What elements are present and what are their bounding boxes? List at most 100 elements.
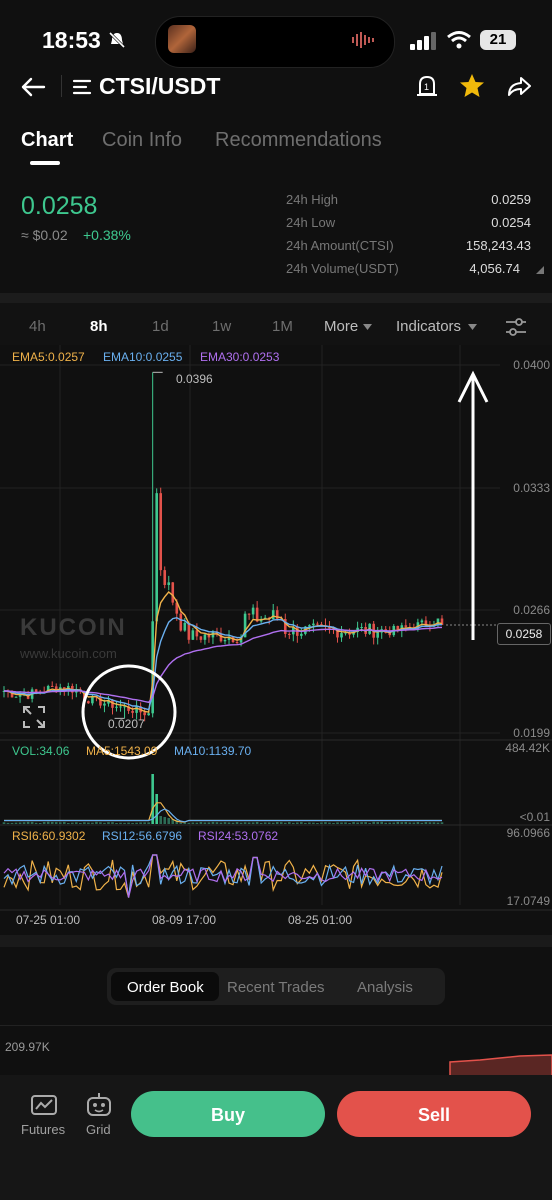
volume-bar xyxy=(6,822,10,824)
chart-settings-icon[interactable] xyxy=(505,317,527,337)
tab-chart[interactable]: Chart xyxy=(21,129,73,152)
tab-order-book[interactable]: Order Book xyxy=(127,979,204,996)
volume-bar xyxy=(247,822,251,824)
grid-bot-icon[interactable] xyxy=(85,1092,113,1118)
candle-body xyxy=(183,622,187,631)
volume-bar xyxy=(155,794,158,824)
volume-bar xyxy=(408,822,412,824)
interval-1M[interactable]: 1M xyxy=(272,318,293,335)
volume-bar xyxy=(14,822,18,824)
candle-body xyxy=(163,570,167,585)
grid-label[interactable]: Grid xyxy=(86,1122,111,1137)
tab-analysis[interactable]: Analysis xyxy=(357,979,413,996)
back-arrow-icon[interactable] xyxy=(20,76,46,98)
volume-bar xyxy=(139,822,142,824)
indicators-dropdown[interactable]: Indicators xyxy=(396,318,461,335)
volume-bar xyxy=(300,822,303,824)
volume-ma10-line xyxy=(4,808,442,823)
volume-bar xyxy=(400,822,404,824)
candle-body xyxy=(308,625,311,627)
volume-bar xyxy=(348,822,351,824)
volume-bar xyxy=(251,822,255,824)
volume-bar xyxy=(207,822,211,824)
volume-bar xyxy=(38,822,42,824)
volume-bar xyxy=(26,821,30,824)
candle-body xyxy=(147,713,150,716)
candle-body xyxy=(34,689,38,692)
volume-bar xyxy=(279,822,283,824)
tab-recommendations[interactable]: Recommendations xyxy=(215,129,382,152)
fullscreen-icon[interactable] xyxy=(22,705,46,729)
volume-bar xyxy=(267,822,271,824)
candle-body xyxy=(223,640,227,642)
volume-bar xyxy=(428,822,432,824)
volume-bar xyxy=(376,822,379,824)
volume-bar xyxy=(99,822,102,824)
buy-button[interactable]: Buy xyxy=(131,1091,325,1137)
volume-bar xyxy=(54,822,58,824)
candle-body xyxy=(211,632,215,638)
last-price-tag: 0.0258 xyxy=(497,623,551,645)
interval-1d[interactable]: 1d xyxy=(152,318,169,335)
volume-bar xyxy=(292,822,295,824)
futures-icon[interactable] xyxy=(30,1094,58,1118)
interval-8h[interactable]: 8h xyxy=(90,318,108,335)
futures-label[interactable]: Futures xyxy=(21,1122,65,1137)
volume-bar xyxy=(364,822,367,824)
volume-bar xyxy=(296,822,299,824)
stat-label: 24h High xyxy=(286,192,339,207)
pair-title[interactable]: CTSI/USDT xyxy=(99,73,220,100)
rsi24-line xyxy=(3,854,443,898)
sell-button[interactable]: Sell xyxy=(337,1091,531,1137)
volume-bar xyxy=(66,822,70,824)
more-intervals-dropdown[interactable]: More xyxy=(324,318,358,335)
tab-recent-trades[interactable]: Recent Trades xyxy=(227,979,325,996)
depth-axis-max: 209.97K xyxy=(5,1040,50,1054)
volume-bar xyxy=(103,822,106,824)
candle-body xyxy=(420,620,424,623)
candle-body xyxy=(287,633,291,635)
volume-bar xyxy=(115,822,118,824)
volume-bar xyxy=(107,822,110,824)
favorite-star-icon[interactable] xyxy=(459,73,485,99)
tab-coin-info[interactable]: Coin Info xyxy=(102,129,182,152)
volume-ma5-line xyxy=(4,802,442,823)
candle-body xyxy=(143,712,146,716)
legend-vol-ma10: MA10:1139.70 xyxy=(174,744,252,758)
x-tick-label: 08-25 01:00 xyxy=(288,913,353,927)
volume-bar xyxy=(227,822,231,824)
interval-1w[interactable]: 1w xyxy=(212,318,231,335)
candle-body xyxy=(360,626,363,628)
candle-body xyxy=(187,622,191,640)
stat-value: 0.0259 xyxy=(491,192,531,207)
volume-bar xyxy=(71,822,74,824)
candle-body xyxy=(340,633,343,638)
candle-body xyxy=(251,607,255,615)
legend-rsi12: RSI12:56.6796 xyxy=(102,829,183,843)
share-icon[interactable] xyxy=(506,74,532,98)
y-tick-label: 0.0333 xyxy=(513,481,550,495)
volume-bar xyxy=(352,822,355,824)
volume-bar xyxy=(34,822,38,824)
volume-bar xyxy=(263,822,267,824)
wifi-icon xyxy=(447,31,471,49)
volume-bar xyxy=(432,822,436,824)
price-alert-icon[interactable]: 1 xyxy=(415,74,439,98)
volume-bar xyxy=(231,822,235,824)
interval-4h[interactable]: 4h xyxy=(29,318,46,335)
candle-body xyxy=(131,710,134,713)
menu-icon[interactable] xyxy=(72,78,92,96)
volume-bar xyxy=(368,822,371,824)
high-marker-label: 0.0396 xyxy=(176,372,213,386)
volume-bar xyxy=(58,822,62,824)
y-tick-label: 0.0400 xyxy=(513,358,550,372)
volume-bar xyxy=(304,822,307,824)
candle-body xyxy=(18,695,22,697)
depth-chart-ask xyxy=(449,1054,552,1076)
volume-bar xyxy=(416,822,420,824)
volume-bar xyxy=(312,822,315,824)
volume-bar xyxy=(308,822,311,824)
volume-bar xyxy=(195,822,199,824)
candle-body xyxy=(312,623,315,626)
stat-value: 4,056.74 xyxy=(469,261,520,276)
